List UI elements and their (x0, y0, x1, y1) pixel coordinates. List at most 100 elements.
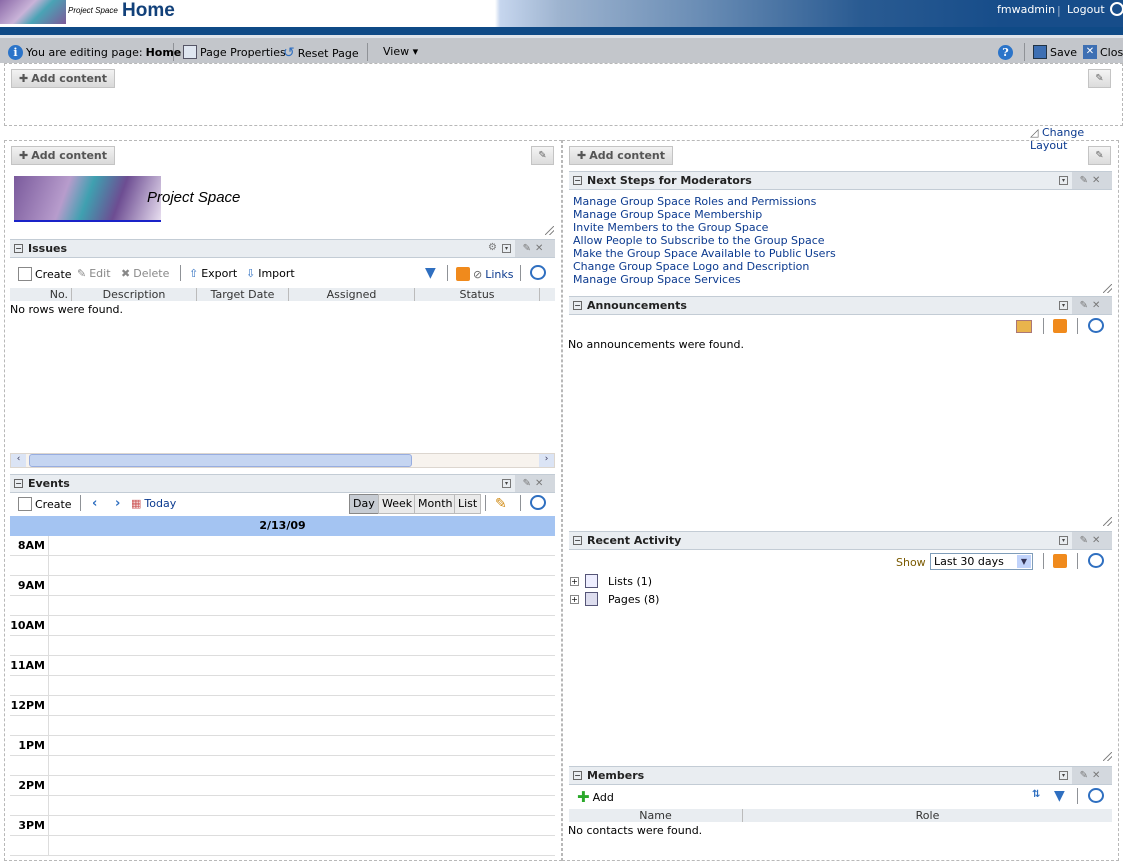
column-header[interactable]: Target Date (197, 288, 289, 301)
column-header[interactable]: Role (743, 809, 1112, 822)
collapse-icon[interactable]: − (14, 244, 23, 253)
issues-links-button[interactable]: ⊘ Links (456, 267, 513, 281)
next-step-link[interactable]: Manage Group Space Roles and Permissions (573, 195, 836, 208)
menu-dropdown-icon[interactable]: ▾ (1059, 536, 1068, 545)
filter-icon[interactable]: ▼ (1054, 788, 1065, 804)
page-properties-button[interactable]: Page Properties (183, 45, 286, 59)
calendar-hour-slot[interactable]: 2PM (10, 776, 555, 796)
calendar-hour-slot[interactable]: 12PM (10, 696, 555, 716)
calendar-hour-slot[interactable]: 10AM (10, 616, 555, 636)
next-step-link[interactable]: Manage Group Space Services (573, 273, 836, 286)
edit-region-button-right[interactable]: ✎ (1088, 146, 1111, 165)
calendar-hour-slot[interactable]: 1PM (10, 736, 555, 756)
next-step-link[interactable]: Change Group Space Logo and Description (573, 260, 836, 273)
add-content-button-left[interactable]: ✚ Add content (11, 146, 116, 165)
collapse-icon[interactable]: − (573, 301, 582, 310)
help-button[interactable]: ? (998, 45, 1013, 60)
issues-edit-button[interactable]: ✎ Edit (77, 267, 111, 280)
close-button[interactable]: ✕ Close (1083, 45, 1123, 59)
save-button[interactable]: Save (1033, 45, 1077, 59)
expand-icon[interactable]: + (570, 576, 579, 586)
calendar-half-hour-slot[interactable] (10, 556, 555, 576)
column-header[interactable]: Description (72, 288, 197, 301)
issues-delete-button[interactable]: ✖ Delete (121, 267, 169, 280)
recent-activity-refresh-button[interactable] (1088, 553, 1104, 571)
portlet-controls[interactable]: ✎✕ (1072, 172, 1112, 189)
next-step-link[interactable]: Allow People to Subscribe to the Group S… (573, 234, 836, 247)
events-refresh-button[interactable] (530, 495, 546, 510)
view-menu[interactable]: View ▾ (383, 45, 418, 58)
banner-image[interactable] (14, 176, 161, 222)
horizontal-scrollbar[interactable]: ‹ › (10, 453, 555, 468)
folder-icon[interactable] (1016, 320, 1032, 333)
calendar-half-hour-slot[interactable] (10, 796, 555, 816)
calendar-hour-slot[interactable]: 9AM (10, 576, 555, 596)
view-list-button[interactable]: List (454, 494, 482, 514)
portlet-controls[interactable]: ✎✕ (1072, 297, 1112, 314)
calendar-half-hour-slot[interactable] (10, 756, 555, 776)
add-content-button-top[interactable]: ✚ Add content (11, 69, 116, 88)
view-week-button[interactable]: Week (378, 494, 417, 514)
menu-dropdown-icon[interactable]: ▾ (1059, 771, 1068, 780)
view-month-button[interactable]: Month (414, 494, 457, 514)
scroll-left-button[interactable]: ‹ (11, 454, 26, 467)
portlet-controls[interactable]: ✎✕ (515, 240, 555, 257)
view-day-button[interactable]: Day (349, 494, 379, 514)
today-button[interactable]: ▦ Today (131, 497, 176, 510)
resize-grip[interactable] (545, 226, 554, 235)
collapse-icon[interactable]: − (573, 771, 582, 780)
calendar-half-hour-slot[interactable] (10, 636, 555, 656)
previous-day-button[interactable]: ‹ (92, 496, 97, 511)
issues-refresh-button[interactable] (530, 265, 546, 280)
recent-activity-rss-button[interactable] (1053, 554, 1067, 571)
user-link[interactable]: fmwadmin (997, 3, 1055, 16)
portlet-controls[interactable]: ✎✕ (1072, 532, 1112, 549)
reset-page-button[interactable]: ↺ Reset Page (283, 45, 359, 61)
edit-region-button-top[interactable]: ✎ (1088, 69, 1111, 88)
add-content-button-right[interactable]: ✚ Add content (569, 146, 674, 165)
issues-import-button[interactable]: ⇩ Import (246, 267, 295, 280)
announcements-rss-button[interactable] (1053, 319, 1067, 336)
collapse-icon[interactable]: − (14, 479, 23, 488)
calendar-half-hour-slot[interactable] (10, 716, 555, 736)
scroll-right-button[interactable]: › (539, 454, 554, 467)
calendar-hour-slot[interactable]: 3PM (10, 816, 555, 836)
search-icon[interactable] (1110, 2, 1123, 16)
column-header[interactable]: Assigned (289, 288, 415, 301)
menu-dropdown-icon[interactable]: ▾ (1059, 176, 1068, 185)
portlet-controls[interactable]: ✎✕ (515, 475, 555, 492)
column-header[interactable]: No. (10, 288, 72, 301)
calendar-hour-slot[interactable]: 8AM (10, 536, 555, 556)
events-create-button[interactable]: Create (18, 497, 72, 511)
portlet-controls[interactable]: ✎✕ (1072, 767, 1112, 784)
filter-icon[interactable]: ▼ (425, 265, 436, 281)
issues-create-button[interactable]: Create (18, 267, 72, 281)
calendar-hour-slot[interactable]: 11AM (10, 656, 555, 676)
resize-grip[interactable] (1103, 517, 1112, 526)
time-range-select[interactable]: Last 30 days ▼ (930, 553, 1033, 570)
add-member-button[interactable]: ✚ Add (577, 788, 614, 806)
collapse-icon[interactable]: − (573, 536, 582, 545)
next-step-link[interactable]: Make the Group Space Available to Public… (573, 247, 836, 260)
scrollbar-thumb[interactable] (29, 454, 412, 467)
column-header[interactable]: Name (569, 809, 743, 822)
activity-item-lists[interactable]: + Lists (1) (570, 574, 652, 588)
expand-icon[interactable]: + (570, 594, 579, 604)
resize-grip[interactable] (1103, 284, 1112, 293)
edit-calendar-icon[interactable]: ✎ (495, 496, 507, 512)
calendar-half-hour-slot[interactable] (10, 676, 555, 696)
wrench-icon[interactable]: ⚙ (488, 242, 497, 253)
resize-grip[interactable] (1103, 752, 1112, 761)
activity-item-pages[interactable]: + Pages (8) (570, 592, 659, 606)
next-step-link[interactable]: Manage Group Space Membership (573, 208, 836, 221)
calendar-half-hour-slot[interactable] (10, 596, 555, 616)
issues-export-button[interactable]: ⇧ Export (189, 267, 237, 280)
logout-link[interactable]: Logout (1067, 3, 1105, 16)
next-step-link[interactable]: Invite Members to the Group Space (573, 221, 836, 234)
calendar-half-hour-slot[interactable] (10, 836, 555, 856)
menu-dropdown-icon[interactable]: ▾ (1059, 301, 1068, 310)
menu-dropdown-icon[interactable]: ▾ (502, 479, 511, 488)
edit-region-button-left[interactable]: ✎ (531, 146, 554, 165)
announcements-refresh-button[interactable] (1088, 318, 1104, 336)
collapse-icon[interactable]: − (573, 176, 582, 185)
